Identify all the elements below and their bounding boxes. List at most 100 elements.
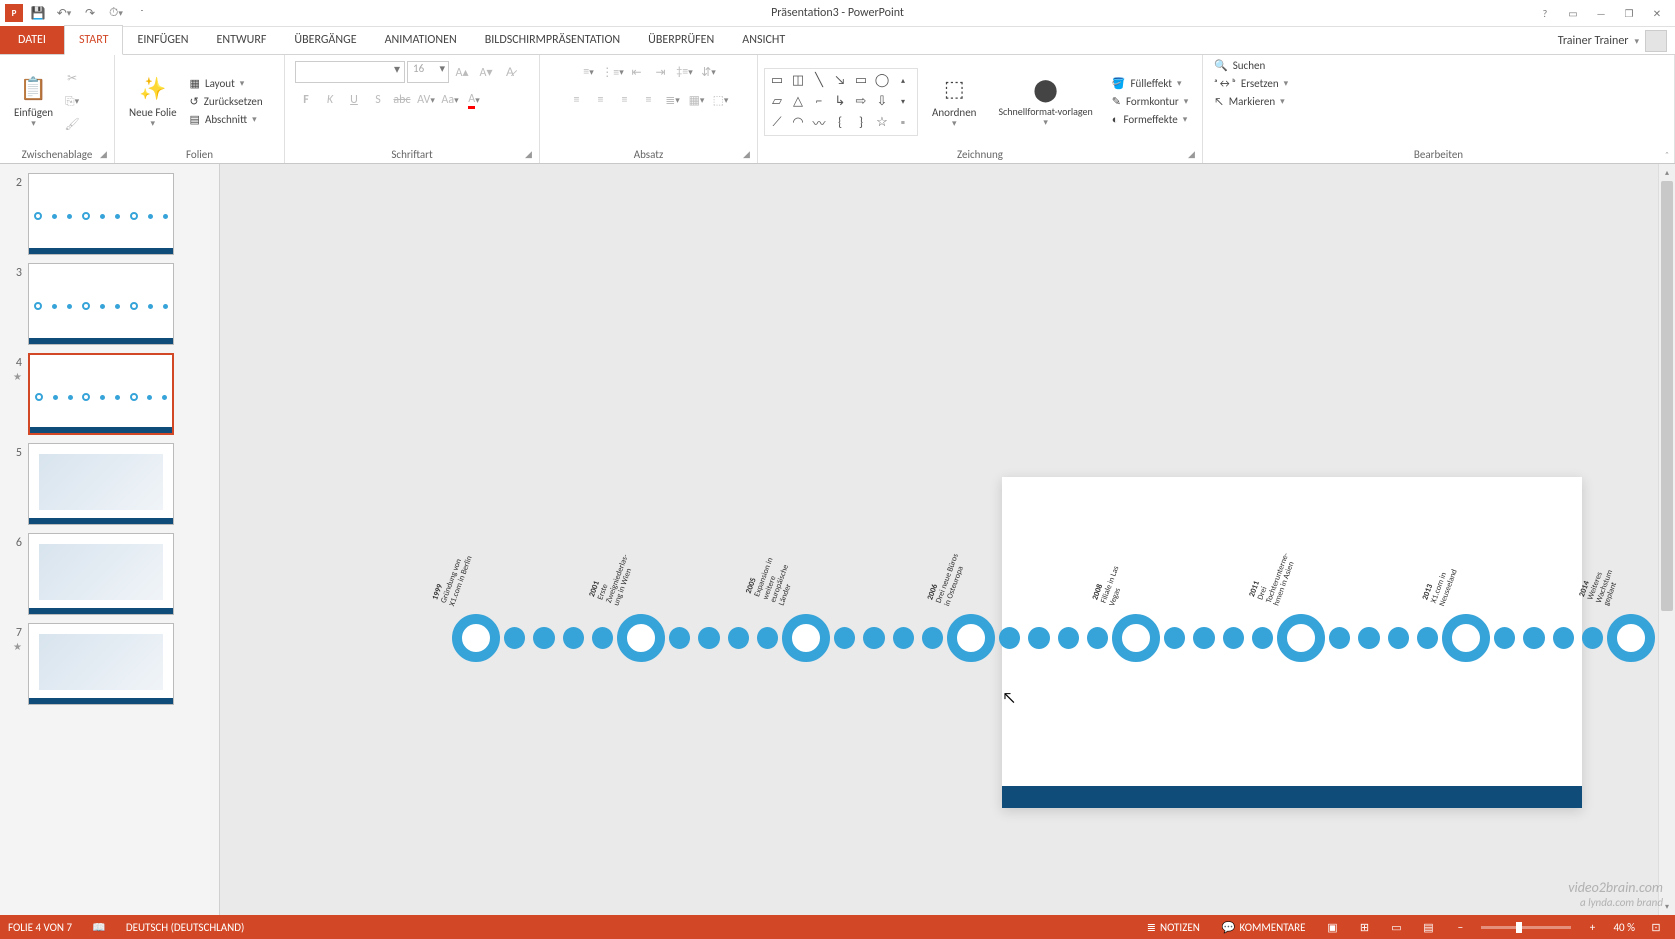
start-from-beginning-button[interactable]: ⏱▾ — [105, 2, 127, 24]
scroll-up-button[interactable]: ▴ — [1659, 164, 1675, 181]
scroll-down-button[interactable]: ▾ — [1659, 898, 1675, 915]
timeline-node[interactable] — [1277, 614, 1325, 662]
shape-brace-l[interactable]: { — [830, 113, 850, 133]
dialog-launcher-font[interactable]: ◢ — [525, 149, 537, 161]
align-right-button[interactable]: ≡ — [614, 89, 636, 111]
shape-freeform[interactable]: ◠ — [788, 113, 808, 133]
shape-textbox[interactable]: ▭ — [767, 71, 787, 91]
text-shadow-button[interactable]: S — [367, 89, 389, 111]
reset-button[interactable]: ↺Zurücksetzen — [185, 93, 268, 110]
user-area[interactable]: Trainer Trainer ▾ — [1558, 30, 1667, 52]
shape-brace-r[interactable]: } — [851, 113, 871, 133]
align-center-button[interactable]: ≡ — [590, 89, 612, 111]
comments-button[interactable]: 💬KOMMENTARE — [1216, 918, 1312, 937]
zoom-in-button[interactable]: + — [1581, 918, 1603, 936]
restore-button[interactable]: ❐ — [1616, 2, 1642, 24]
zoom-slider[interactable] — [1481, 926, 1571, 929]
shape-more1[interactable]: ▴ — [893, 71, 913, 91]
arrange-button[interactable]: ⬚ Anordnen ▾ — [924, 70, 984, 134]
layout-button[interactable]: ▦Layout▾ — [185, 75, 268, 92]
tab-start[interactable]: START — [64, 25, 124, 55]
shape-ellipse[interactable]: ◯ — [872, 71, 892, 91]
slide-thumbnail[interactable] — [28, 173, 174, 255]
align-text-button[interactable]: ▦▾ — [686, 89, 708, 111]
font-color-button[interactable]: A▾ — [463, 89, 485, 111]
replace-button[interactable]: ᵃ↔ᵇErsetzen▾ — [1209, 75, 1293, 92]
shape-arrow-d[interactable]: ⇩ — [872, 92, 892, 112]
shape-textbox2[interactable]: ◫ — [788, 71, 808, 91]
shape-outline-button[interactable]: ✎Formkontur▾ — [1107, 93, 1193, 110]
char-spacing-button[interactable]: AV▾ — [415, 89, 437, 111]
bold-button[interactable]: F — [295, 89, 317, 111]
tab-file[interactable]: DATEI — [0, 26, 64, 54]
shape-expand[interactable]: ≡ — [893, 113, 913, 133]
bullets-button[interactable]: ≡▾ — [578, 61, 600, 83]
shape-connector[interactable]: ↳ — [830, 92, 850, 112]
redo-button[interactable]: ↷ — [79, 2, 101, 24]
reading-view-button[interactable]: ▭ — [1385, 918, 1407, 936]
paste-button[interactable]: 📋 Einfügen ▾ — [6, 70, 61, 134]
copy-button[interactable]: ⎘▾ — [61, 91, 83, 113]
language-indicator[interactable]: DEUTSCH (DEUTSCHLAND) — [126, 921, 245, 934]
shape-arrow-line[interactable]: ↘ — [830, 71, 850, 91]
shape-rect[interactable]: ▭ — [851, 71, 871, 91]
dialog-launcher-paragraph[interactable]: ◢ — [743, 149, 755, 161]
timeline-node[interactable] — [947, 614, 995, 662]
zoom-level[interactable]: 40 % — [1613, 921, 1635, 934]
smartart-button[interactable]: ⬚▾ — [710, 89, 732, 111]
strike-button[interactable]: abc — [391, 89, 413, 111]
shape-fill-button[interactable]: 🪣Fülleffekt▾ — [1107, 75, 1193, 92]
decrease-indent-button[interactable]: ⇤ — [626, 61, 648, 83]
text-direction-button[interactable]: ⇵▾ — [698, 61, 720, 83]
slide-thumbnails[interactable]: 234★567★ — [0, 164, 220, 915]
shapes-gallery[interactable]: ▭ ◫ ╲ ↘ ▭ ◯ ▴ ▱ △ ⌐ ↳ ⇨ ⇩ ▾ ⟋ ◠ 〰 { } ☆ — [764, 68, 918, 136]
slide-thumbnail[interactable] — [28, 533, 174, 615]
shape-effects-button[interactable]: ◐Formeffekte▾ — [1107, 111, 1193, 128]
dialog-launcher-drawing[interactable]: ◢ — [1188, 149, 1200, 161]
slide-thumbnail[interactable] — [28, 263, 174, 345]
quick-styles-button[interactable]: ⬤ Schnellformat-vorlagen ▾ — [990, 70, 1100, 133]
shape-more2[interactable]: ▾ — [893, 92, 913, 112]
tab-design[interactable]: ENTWURF — [203, 26, 281, 54]
tab-transitions[interactable]: ÜBERGÄNGE — [280, 26, 370, 54]
cut-button[interactable]: ✂ — [61, 68, 83, 90]
minimize-button[interactable]: — — [1588, 2, 1614, 24]
zoom-handle[interactable] — [1516, 922, 1522, 933]
decrease-font-button[interactable]: A▾ — [475, 61, 497, 83]
fit-window-button[interactable]: ⊡ — [1645, 918, 1667, 936]
tab-view[interactable]: ANSICHT — [728, 26, 799, 54]
clear-format-button[interactable]: A̷ — [499, 61, 521, 83]
normal-view-button[interactable]: ▣ — [1321, 918, 1343, 936]
sorter-view-button[interactable]: ⊞ — [1353, 918, 1375, 936]
section-button[interactable]: ▤Abschnitt▾ — [185, 111, 268, 128]
shape-l[interactable]: ⌐ — [809, 92, 829, 112]
find-button[interactable]: 🔍Suchen — [1209, 57, 1270, 74]
collapse-ribbon-button[interactable]: ˆ — [1665, 149, 1669, 162]
help-button[interactable]: ? — [1532, 2, 1558, 24]
timeline-node[interactable] — [617, 614, 665, 662]
dialog-launcher-clipboard[interactable]: ◢ — [100, 149, 112, 161]
slideshow-view-button[interactable]: ▤ — [1417, 918, 1439, 936]
shape-wave[interactable]: 〰 — [809, 113, 829, 133]
numbering-button[interactable]: ⋮≡▾ — [602, 61, 624, 83]
slide-thumbnail[interactable] — [28, 623, 174, 705]
shape-line[interactable]: ╲ — [809, 71, 829, 91]
font-size-input[interactable]: 16 — [407, 61, 449, 83]
timeline-node[interactable] — [782, 614, 830, 662]
change-case-button[interactable]: Aa▾ — [439, 89, 461, 111]
vertical-scrollbar[interactable]: ▴ ▾ — [1658, 164, 1675, 915]
timeline-smartart[interactable]: 1999Gründung vonX1.com in Berlin2001Erst… — [452, 614, 1655, 662]
slide-counter[interactable]: FOLIE 4 VON 7 — [8, 921, 72, 934]
format-painter-button[interactable]: 🖌 — [61, 114, 83, 136]
increase-indent-button[interactable]: ⇥ — [650, 61, 672, 83]
increase-font-button[interactable]: A▴ — [451, 61, 473, 83]
shape-curve[interactable]: ⟋ — [767, 113, 787, 133]
justify-button[interactable]: ≡ — [638, 89, 660, 111]
new-slide-button[interactable]: ✨ Neue Folie ▾ — [121, 70, 185, 134]
timeline-node[interactable] — [1112, 614, 1160, 662]
close-button[interactable]: ✕ — [1644, 2, 1670, 24]
shape-triangle[interactable]: △ — [788, 92, 808, 112]
shape-rect2[interactable]: ▱ — [767, 92, 787, 112]
align-left-button[interactable]: ≡ — [566, 89, 588, 111]
qat-customize[interactable]: ⁼ — [131, 2, 153, 24]
